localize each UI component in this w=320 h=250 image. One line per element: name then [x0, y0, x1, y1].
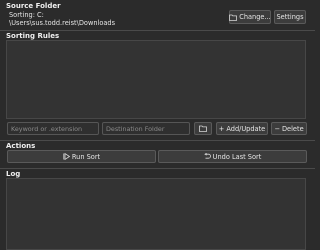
actions-title: Actions [6, 142, 36, 150]
change-folder-button[interactable]: Change... [229, 10, 271, 24]
folder-icon [229, 14, 238, 21]
delete-button[interactable]: − Delete [271, 122, 307, 135]
keyword-input[interactable]: Keyword or .extension [7, 122, 99, 135]
run-sort-label: Run Sort [71, 152, 101, 161]
add-update-button[interactable]: + Add/Update [216, 122, 268, 135]
change-folder-label: Change... [239, 13, 271, 21]
play-icon [63, 153, 70, 160]
delete-label: − Delete [274, 124, 304, 133]
keyword-placeholder: Keyword or .extension [11, 124, 83, 133]
divider [0, 168, 315, 169]
file-sorter-window: Source Folder Sorting: C: \Users\sus.tod… [0, 0, 315, 250]
folder-icon [199, 125, 207, 132]
undo-last-sort-label: Undo Last Sort [212, 152, 262, 161]
sorting-label: Sorting: C: [9, 11, 44, 19]
run-sort-button[interactable]: Run Sort [7, 150, 156, 163]
settings-label: Settings [276, 13, 304, 21]
destination-folder-placeholder: Destination Folder [106, 124, 165, 133]
destination-folder-input[interactable]: Destination Folder [102, 122, 190, 135]
sorting-rules-list[interactable] [6, 40, 306, 119]
source-folder-path: \Users\sus.todd.reist\Downloads [9, 19, 116, 27]
log-panel[interactable] [6, 178, 306, 250]
divider [0, 30, 315, 31]
browse-destination-button[interactable] [194, 122, 212, 135]
log-title: Log [6, 170, 21, 178]
settings-button[interactable]: Settings [274, 10, 306, 24]
undo-icon [203, 153, 211, 160]
sorting-rules-title: Sorting Rules [6, 32, 60, 40]
source-folder-title: Source Folder [6, 2, 61, 10]
undo-last-sort-button[interactable]: Undo Last Sort [158, 150, 307, 163]
add-update-label: + Add/Update [218, 124, 266, 133]
divider [0, 140, 315, 141]
